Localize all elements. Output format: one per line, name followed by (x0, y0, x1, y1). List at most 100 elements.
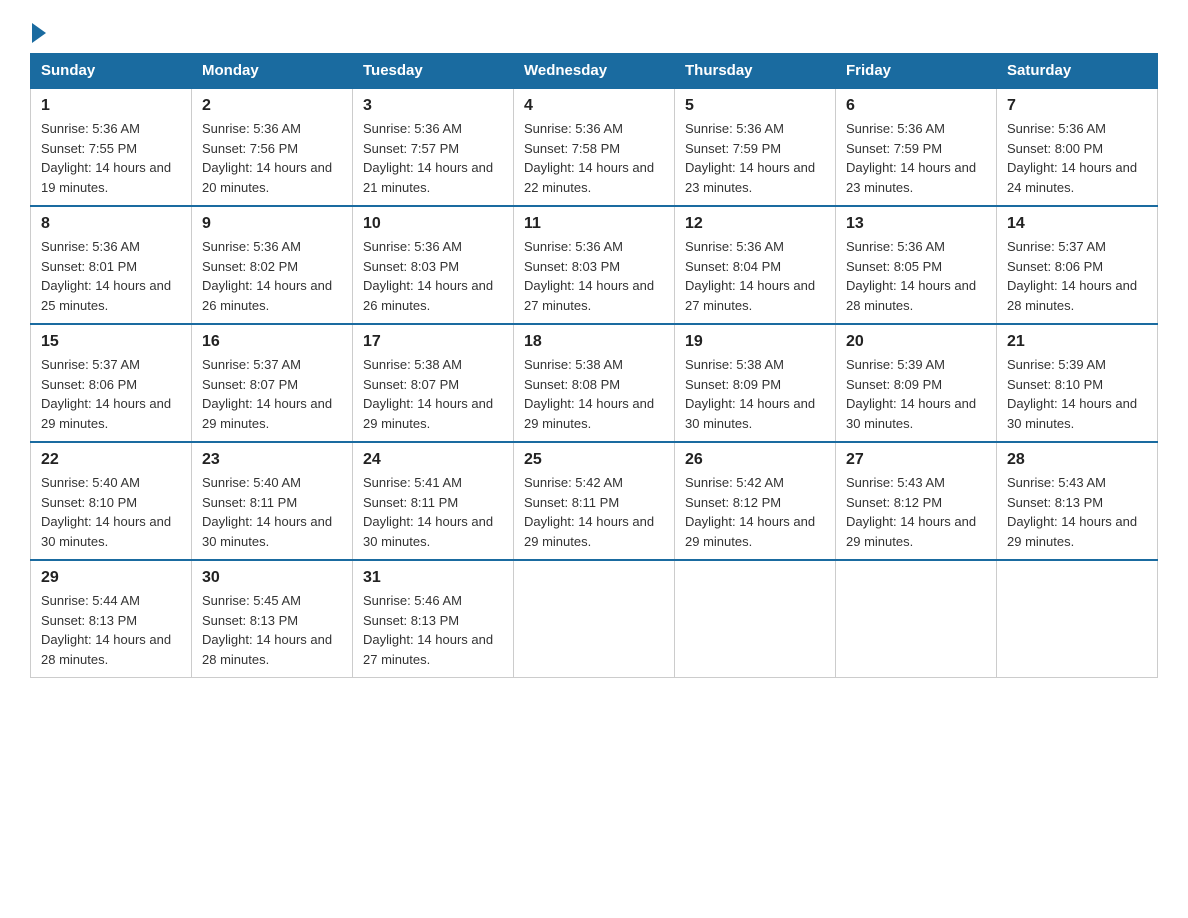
day-info: Sunrise: 5:45 AM Sunset: 8:13 PM Dayligh… (202, 591, 342, 669)
calendar-week-2: 8 Sunrise: 5:36 AM Sunset: 8:01 PM Dayli… (31, 206, 1158, 324)
day-info: Sunrise: 5:36 AM Sunset: 8:04 PM Dayligh… (685, 237, 825, 315)
day-info: Sunrise: 5:36 AM Sunset: 8:01 PM Dayligh… (41, 237, 181, 315)
day-info: Sunrise: 5:39 AM Sunset: 8:09 PM Dayligh… (846, 355, 986, 433)
calendar-week-4: 22 Sunrise: 5:40 AM Sunset: 8:10 PM Dayl… (31, 442, 1158, 560)
day-info: Sunrise: 5:36 AM Sunset: 8:05 PM Dayligh… (846, 237, 986, 315)
calendar-cell: 26 Sunrise: 5:42 AM Sunset: 8:12 PM Dayl… (675, 442, 836, 560)
calendar-cell: 22 Sunrise: 5:40 AM Sunset: 8:10 PM Dayl… (31, 442, 192, 560)
day-info: Sunrise: 5:40 AM Sunset: 8:11 PM Dayligh… (202, 473, 342, 551)
day-info: Sunrise: 5:38 AM Sunset: 8:09 PM Dayligh… (685, 355, 825, 433)
day-info: Sunrise: 5:36 AM Sunset: 7:57 PM Dayligh… (363, 119, 503, 197)
calendar-cell (836, 560, 997, 678)
day-info: Sunrise: 5:42 AM Sunset: 8:11 PM Dayligh… (524, 473, 664, 551)
day-number: 10 (363, 215, 503, 233)
day-info: Sunrise: 5:36 AM Sunset: 7:55 PM Dayligh… (41, 119, 181, 197)
day-info: Sunrise: 5:38 AM Sunset: 8:08 PM Dayligh… (524, 355, 664, 433)
header-saturday: Saturday (997, 54, 1158, 89)
day-number: 19 (685, 333, 825, 351)
header-friday: Friday (836, 54, 997, 89)
header-tuesday: Tuesday (353, 54, 514, 89)
logo-arrow-icon (32, 23, 46, 43)
calendar-cell: 25 Sunrise: 5:42 AM Sunset: 8:11 PM Dayl… (514, 442, 675, 560)
calendar-cell: 6 Sunrise: 5:36 AM Sunset: 7:59 PM Dayli… (836, 88, 997, 206)
day-info: Sunrise: 5:36 AM Sunset: 7:59 PM Dayligh… (685, 119, 825, 197)
calendar-cell: 4 Sunrise: 5:36 AM Sunset: 7:58 PM Dayli… (514, 88, 675, 206)
header-wednesday: Wednesday (514, 54, 675, 89)
header-monday: Monday (192, 54, 353, 89)
day-number: 24 (363, 451, 503, 469)
calendar-cell: 3 Sunrise: 5:36 AM Sunset: 7:57 PM Dayli… (353, 88, 514, 206)
day-info: Sunrise: 5:40 AM Sunset: 8:10 PM Dayligh… (41, 473, 181, 551)
day-info: Sunrise: 5:37 AM Sunset: 8:07 PM Dayligh… (202, 355, 342, 433)
calendar-cell (675, 560, 836, 678)
calendar-week-1: 1 Sunrise: 5:36 AM Sunset: 7:55 PM Dayli… (31, 88, 1158, 206)
calendar-cell: 13 Sunrise: 5:36 AM Sunset: 8:05 PM Dayl… (836, 206, 997, 324)
calendar-cell: 1 Sunrise: 5:36 AM Sunset: 7:55 PM Dayli… (31, 88, 192, 206)
day-number: 17 (363, 333, 503, 351)
calendar-cell: 19 Sunrise: 5:38 AM Sunset: 8:09 PM Dayl… (675, 324, 836, 442)
day-number: 11 (524, 215, 664, 233)
calendar-cell: 30 Sunrise: 5:45 AM Sunset: 8:13 PM Dayl… (192, 560, 353, 678)
calendar-cell: 15 Sunrise: 5:37 AM Sunset: 8:06 PM Dayl… (31, 324, 192, 442)
calendar-cell: 8 Sunrise: 5:36 AM Sunset: 8:01 PM Dayli… (31, 206, 192, 324)
calendar-week-5: 29 Sunrise: 5:44 AM Sunset: 8:13 PM Dayl… (31, 560, 1158, 678)
day-number: 4 (524, 97, 664, 115)
day-info: Sunrise: 5:36 AM Sunset: 7:58 PM Dayligh… (524, 119, 664, 197)
day-number: 23 (202, 451, 342, 469)
day-number: 1 (41, 97, 181, 115)
day-number: 21 (1007, 333, 1147, 351)
day-number: 30 (202, 569, 342, 587)
calendar-cell: 21 Sunrise: 5:39 AM Sunset: 8:10 PM Dayl… (997, 324, 1158, 442)
day-number: 9 (202, 215, 342, 233)
day-number: 28 (1007, 451, 1147, 469)
header-thursday: Thursday (675, 54, 836, 89)
day-number: 20 (846, 333, 986, 351)
day-number: 15 (41, 333, 181, 351)
day-info: Sunrise: 5:38 AM Sunset: 8:07 PM Dayligh… (363, 355, 503, 433)
calendar-cell: 5 Sunrise: 5:36 AM Sunset: 7:59 PM Dayli… (675, 88, 836, 206)
calendar-cell: 11 Sunrise: 5:36 AM Sunset: 8:03 PM Dayl… (514, 206, 675, 324)
page-header (30, 20, 1158, 43)
calendar-header-row: SundayMondayTuesdayWednesdayThursdayFrid… (31, 54, 1158, 89)
day-number: 7 (1007, 97, 1147, 115)
day-info: Sunrise: 5:46 AM Sunset: 8:13 PM Dayligh… (363, 591, 503, 669)
day-info: Sunrise: 5:36 AM Sunset: 8:03 PM Dayligh… (363, 237, 503, 315)
calendar-cell: 12 Sunrise: 5:36 AM Sunset: 8:04 PM Dayl… (675, 206, 836, 324)
day-info: Sunrise: 5:39 AM Sunset: 8:10 PM Dayligh… (1007, 355, 1147, 433)
calendar-table: SundayMondayTuesdayWednesdayThursdayFrid… (30, 53, 1158, 678)
calendar-cell: 23 Sunrise: 5:40 AM Sunset: 8:11 PM Dayl… (192, 442, 353, 560)
day-number: 22 (41, 451, 181, 469)
day-info: Sunrise: 5:36 AM Sunset: 8:02 PM Dayligh… (202, 237, 342, 315)
day-number: 5 (685, 97, 825, 115)
day-info: Sunrise: 5:41 AM Sunset: 8:11 PM Dayligh… (363, 473, 503, 551)
calendar-cell: 16 Sunrise: 5:37 AM Sunset: 8:07 PM Dayl… (192, 324, 353, 442)
day-info: Sunrise: 5:43 AM Sunset: 8:13 PM Dayligh… (1007, 473, 1147, 551)
calendar-cell: 29 Sunrise: 5:44 AM Sunset: 8:13 PM Dayl… (31, 560, 192, 678)
header-sunday: Sunday (31, 54, 192, 89)
day-info: Sunrise: 5:37 AM Sunset: 8:06 PM Dayligh… (1007, 237, 1147, 315)
calendar-cell: 20 Sunrise: 5:39 AM Sunset: 8:09 PM Dayl… (836, 324, 997, 442)
day-number: 14 (1007, 215, 1147, 233)
calendar-cell: 10 Sunrise: 5:36 AM Sunset: 8:03 PM Dayl… (353, 206, 514, 324)
day-info: Sunrise: 5:36 AM Sunset: 7:56 PM Dayligh… (202, 119, 342, 197)
day-number: 6 (846, 97, 986, 115)
day-info: Sunrise: 5:36 AM Sunset: 8:00 PM Dayligh… (1007, 119, 1147, 197)
day-number: 3 (363, 97, 503, 115)
calendar-cell: 18 Sunrise: 5:38 AM Sunset: 8:08 PM Dayl… (514, 324, 675, 442)
calendar-cell: 17 Sunrise: 5:38 AM Sunset: 8:07 PM Dayl… (353, 324, 514, 442)
day-number: 26 (685, 451, 825, 469)
logo (30, 25, 46, 43)
day-info: Sunrise: 5:37 AM Sunset: 8:06 PM Dayligh… (41, 355, 181, 433)
day-info: Sunrise: 5:44 AM Sunset: 8:13 PM Dayligh… (41, 591, 181, 669)
calendar-cell: 31 Sunrise: 5:46 AM Sunset: 8:13 PM Dayl… (353, 560, 514, 678)
day-number: 27 (846, 451, 986, 469)
calendar-cell: 28 Sunrise: 5:43 AM Sunset: 8:13 PM Dayl… (997, 442, 1158, 560)
calendar-cell: 7 Sunrise: 5:36 AM Sunset: 8:00 PM Dayli… (997, 88, 1158, 206)
calendar-cell: 14 Sunrise: 5:37 AM Sunset: 8:06 PM Dayl… (997, 206, 1158, 324)
calendar-week-3: 15 Sunrise: 5:37 AM Sunset: 8:06 PM Dayl… (31, 324, 1158, 442)
day-number: 12 (685, 215, 825, 233)
day-info: Sunrise: 5:36 AM Sunset: 8:03 PM Dayligh… (524, 237, 664, 315)
day-info: Sunrise: 5:43 AM Sunset: 8:12 PM Dayligh… (846, 473, 986, 551)
day-number: 31 (363, 569, 503, 587)
day-number: 16 (202, 333, 342, 351)
